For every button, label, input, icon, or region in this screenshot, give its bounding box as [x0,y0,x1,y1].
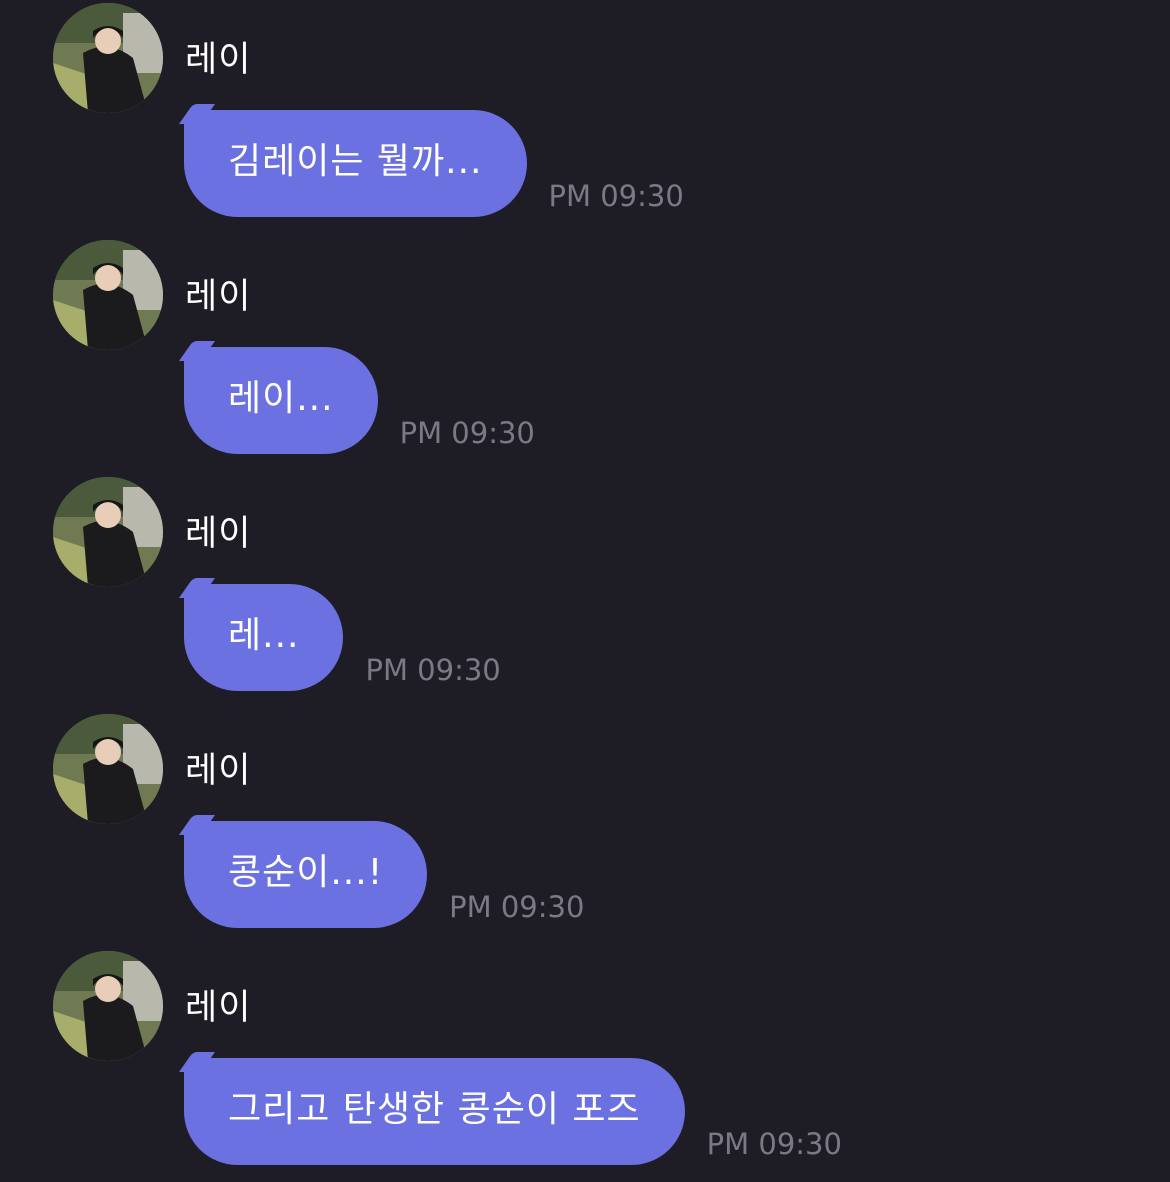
sender-name: 레이 [185,514,252,554]
message-bubble[interactable]: 레이... [184,347,378,454]
avatar-photo-icon [53,240,163,350]
avatar[interactable] [53,714,163,824]
avatar-photo-icon [53,477,163,587]
message-timestamp: PM 09:30 [365,653,501,687]
avatar[interactable] [53,477,163,587]
message-row: 레이 김레이는 뭘까... PM 09:30 [0,0,1170,237]
chat-thread: 레이 김레이는 뭘까... PM 09:30 레이 레이... PM 09:30 [0,0,1170,1182]
sender-name: 레이 [185,751,252,791]
sender-name: 레이 [185,277,252,317]
message-bubble[interactable]: 콩순이...! [184,821,428,928]
message-bubble-row: 콩순이...! PM 09:30 [184,821,584,928]
avatar-photo-icon [53,3,163,113]
message-row: 레이 그리고 탄생한 콩순이 포즈 PM 09:30 [0,948,1170,1182]
sender-name: 레이 [185,988,252,1028]
message-bubble-row: 그리고 탄생한 콩순이 포즈 PM 09:30 [184,1058,842,1165]
message-bubble[interactable]: 김레이는 뭘까... [184,110,527,217]
message-timestamp: PM 09:30 [449,890,585,924]
message-bubble[interactable]: 그리고 탄생한 콩순이 포즈 [184,1058,685,1165]
avatar-photo-icon [53,951,163,1061]
avatar[interactable] [53,951,163,1061]
avatar-photo-icon [53,714,163,824]
avatar[interactable] [53,3,163,113]
message-row: 레이 콩순이...! PM 09:30 [0,711,1170,948]
message-row: 레이 레이... PM 09:30 [0,237,1170,474]
message-bubble-row: 레이... PM 09:30 [184,347,535,454]
message-timestamp: PM 09:30 [706,1127,842,1161]
message-bubble[interactable]: 레... [184,584,344,691]
sender-name: 레이 [185,40,252,80]
message-timestamp: PM 09:30 [548,179,684,213]
message-row: 레이 레... PM 09:30 [0,474,1170,711]
message-bubble-row: 레... PM 09:30 [184,584,501,691]
message-timestamp: PM 09:30 [399,416,535,450]
message-bubble-row: 김레이는 뭘까... PM 09:30 [184,110,684,217]
avatar[interactable] [53,240,163,350]
